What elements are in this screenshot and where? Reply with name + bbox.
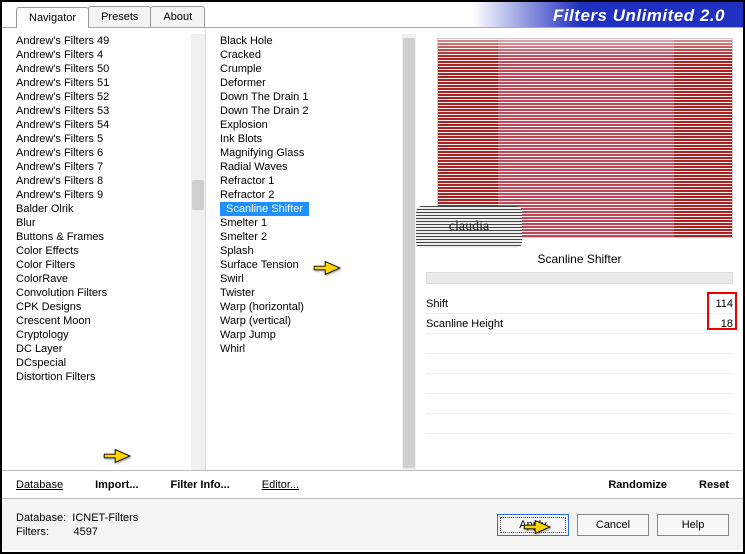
- category-item[interactable]: Andrew's Filters 6: [16, 146, 205, 160]
- footer-meta: Database: ICNET-Filters Filters: 4597: [16, 511, 138, 539]
- param-row-shift[interactable]: Shift 114: [426, 294, 733, 314]
- filter-item[interactable]: Surface Tension: [220, 258, 416, 272]
- category-item[interactable]: Andrew's Filters 50: [16, 62, 205, 76]
- category-list[interactable]: Andrew's Filters 49Andrew's Filters 4And…: [2, 34, 205, 384]
- filter-item[interactable]: Cracked: [220, 48, 416, 62]
- param-header-bar: [426, 272, 733, 284]
- toolbar: Database Import... Filter Info... Editor…: [2, 470, 743, 498]
- reset-link[interactable]: Reset: [699, 479, 729, 491]
- filter-item[interactable]: Ink Blots: [220, 132, 416, 146]
- filter-item[interactable]: Crumple: [220, 62, 416, 76]
- filter-title: Scanline Shifter: [426, 252, 733, 266]
- filter-item[interactable]: Deformer: [220, 76, 416, 90]
- category-scrollbar[interactable]: [191, 34, 205, 470]
- category-item[interactable]: DC Layer: [16, 342, 205, 356]
- tab-about[interactable]: About: [150, 6, 205, 27]
- filter-item[interactable]: Refractor 2: [220, 188, 416, 202]
- param-label: Shift: [426, 298, 707, 310]
- filter-item[interactable]: Refractor 1: [220, 174, 416, 188]
- param-row-empty: [426, 354, 733, 374]
- filter-item[interactable]: Radial Waves: [220, 160, 416, 174]
- tab-presets[interactable]: Presets: [88, 6, 151, 27]
- param-row-scanline-height[interactable]: Scanline Height 18: [426, 314, 733, 334]
- category-item[interactable]: Andrew's Filters 7: [16, 160, 205, 174]
- apply-button[interactable]: Apply: [497, 514, 569, 536]
- filter-item[interactable]: Twister: [220, 286, 416, 300]
- category-item[interactable]: Andrew's Filters 4: [16, 48, 205, 62]
- watermark-badge: claudia: [416, 206, 522, 248]
- param-value: 114: [707, 298, 733, 310]
- category-item[interactable]: Color Filters: [16, 258, 205, 272]
- category-item[interactable]: Andrew's Filters 49: [16, 34, 205, 48]
- param-row-empty: [426, 394, 733, 414]
- database-link[interactable]: Database: [16, 479, 63, 491]
- cancel-button[interactable]: Cancel: [577, 514, 649, 536]
- category-item[interactable]: Convolution Filters: [16, 286, 205, 300]
- param-row-empty: [426, 414, 733, 434]
- filter-item[interactable]: Splash: [220, 244, 416, 258]
- filter-item[interactable]: Explosion: [220, 118, 416, 132]
- param-row-empty: [426, 334, 733, 354]
- category-item[interactable]: Andrew's Filters 51: [16, 76, 205, 90]
- category-item[interactable]: DCspecial: [16, 356, 205, 370]
- category-item[interactable]: ColorRave: [16, 272, 205, 286]
- tab-strip: Navigator Presets About: [2, 2, 204, 27]
- filter-item[interactable]: Swirl: [220, 272, 416, 286]
- filter-item[interactable]: Down The Drain 2: [220, 104, 416, 118]
- filter-list[interactable]: Black HoleCrackedCrumpleDeformerDown The…: [206, 34, 416, 356]
- filter-item[interactable]: Magnifying Glass: [220, 146, 416, 160]
- help-button[interactable]: Help: [657, 514, 729, 536]
- category-item[interactable]: CPK Designs: [16, 300, 205, 314]
- category-item[interactable]: Andrew's Filters 9: [16, 188, 205, 202]
- category-item[interactable]: Crescent Moon: [16, 314, 205, 328]
- category-item[interactable]: Andrew's Filters 5: [16, 132, 205, 146]
- filter-item[interactable]: Warp (horizontal): [220, 300, 416, 314]
- editor-link[interactable]: Editor...: [262, 479, 299, 491]
- category-item[interactable]: Balder Olrik: [16, 202, 205, 216]
- param-row-empty: [426, 374, 733, 394]
- param-label: Scanline Height: [426, 318, 707, 330]
- filter-item[interactable]: Smelter 2: [220, 230, 416, 244]
- category-item[interactable]: Cryptology: [16, 328, 205, 342]
- param-value: 18: [707, 318, 733, 330]
- filter-item[interactable]: Warp Jump: [220, 328, 416, 342]
- randomize-link[interactable]: Randomize: [608, 479, 667, 491]
- filter-item[interactable]: Scanline Shifter: [220, 202, 309, 216]
- category-item[interactable]: Blur: [16, 216, 205, 230]
- filter-item[interactable]: Down The Drain 1: [220, 90, 416, 104]
- tab-navigator[interactable]: Navigator: [16, 7, 89, 28]
- filter-scrollbar[interactable]: [402, 34, 416, 470]
- filter-item[interactable]: Black Hole: [220, 34, 416, 48]
- filter-item[interactable]: Smelter 1: [220, 216, 416, 230]
- filter-item[interactable]: Warp (vertical): [220, 314, 416, 328]
- import-link[interactable]: Import...: [95, 479, 138, 491]
- category-item[interactable]: Andrew's Filters 8: [16, 174, 205, 188]
- category-item[interactable]: Andrew's Filters 54: [16, 118, 205, 132]
- category-item[interactable]: Andrew's Filters 52: [16, 90, 205, 104]
- category-item[interactable]: Andrew's Filters 53: [16, 104, 205, 118]
- filter-item[interactable]: Whirl: [220, 342, 416, 356]
- filter-info-link[interactable]: Filter Info...: [170, 479, 229, 491]
- app-title: Filters Unlimited 2.0: [473, 2, 743, 27]
- category-item[interactable]: Distortion Filters: [16, 370, 205, 384]
- category-item[interactable]: Color Effects: [16, 244, 205, 258]
- category-item[interactable]: Buttons & Frames: [16, 230, 205, 244]
